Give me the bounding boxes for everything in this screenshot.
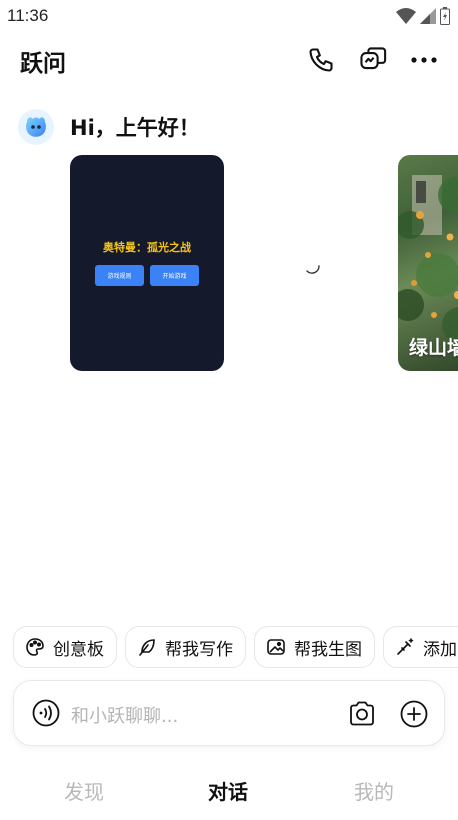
start-game-button[interactable]: 开始游戏 — [150, 265, 199, 286]
chat-switch-icon — [360, 47, 387, 70]
feather-pen-icon — [137, 637, 157, 657]
chip-label: 帮我生图 — [294, 639, 362, 660]
battery-icon — [440, 7, 450, 25]
wifi-icon — [396, 8, 416, 24]
switch-chat-button[interactable] — [355, 42, 391, 78]
status-bar: 11:36 — [0, 0, 458, 32]
signal-icon — [420, 8, 436, 24]
chip-label: 添加 — [423, 639, 457, 660]
app-header: 跃问 — [0, 36, 458, 86]
message-input[interactable]: 和小跃聊聊... — [71, 702, 178, 728]
chip-add[interactable]: 添加 — [383, 626, 458, 668]
bottom-tab-bar: 发现 对话 我的 — [0, 760, 458, 820]
camera-icon[interactable] — [347, 699, 377, 729]
app-title: 跃问 — [20, 51, 66, 77]
tab-discover[interactable]: 发现 — [64, 776, 104, 805]
chip-creative-board[interactable]: 创意板 — [13, 626, 117, 668]
tab-me[interactable]: 我的 — [354, 776, 394, 805]
voice-input-icon[interactable] — [32, 699, 60, 727]
assistant-avatar — [18, 109, 54, 145]
add-attachment-icon[interactable] — [399, 699, 429, 729]
photo-card-label: 绿山墙 — [409, 337, 458, 359]
chip-generate-image[interactable]: 帮我生图 — [254, 626, 375, 668]
chip-label: 创意板 — [53, 639, 104, 660]
creative-board-icon — [25, 637, 45, 657]
chip-label: 帮我写作 — [165, 639, 233, 660]
status-time: 11:36 — [7, 6, 49, 25]
more-options-button[interactable] — [406, 42, 442, 78]
image-icon — [266, 637, 286, 657]
game-card[interactable]: 奥特曼：孤光之战 游戏规则 开始游戏 — [70, 155, 224, 371]
game-rules-button[interactable]: 游戏规则 — [95, 265, 144, 286]
greeting-text: Hi，上午好！ — [70, 116, 200, 140]
greeting-row: Hi，上午好！ — [18, 108, 200, 146]
chat-composer[interactable]: 和小跃聊聊... — [13, 680, 445, 746]
phone-icon — [309, 48, 333, 72]
tab-chat[interactable]: 对话 — [208, 776, 248, 805]
assistant-mascot-icon — [26, 117, 46, 137]
chip-help-write[interactable]: 帮我写作 — [125, 626, 246, 668]
status-icons — [396, 7, 450, 25]
photo-card[interactable]: 绿山墙 — [398, 155, 458, 371]
loading-spinner-icon — [306, 265, 320, 274]
voice-call-button[interactable] — [303, 42, 339, 78]
game-title: 奥特曼：孤光之战 — [103, 241, 191, 254]
magic-wand-icon — [395, 637, 415, 657]
quick-actions: 创意板 帮我写作 帮我生图 添加 — [13, 626, 458, 668]
more-icon — [411, 57, 437, 63]
